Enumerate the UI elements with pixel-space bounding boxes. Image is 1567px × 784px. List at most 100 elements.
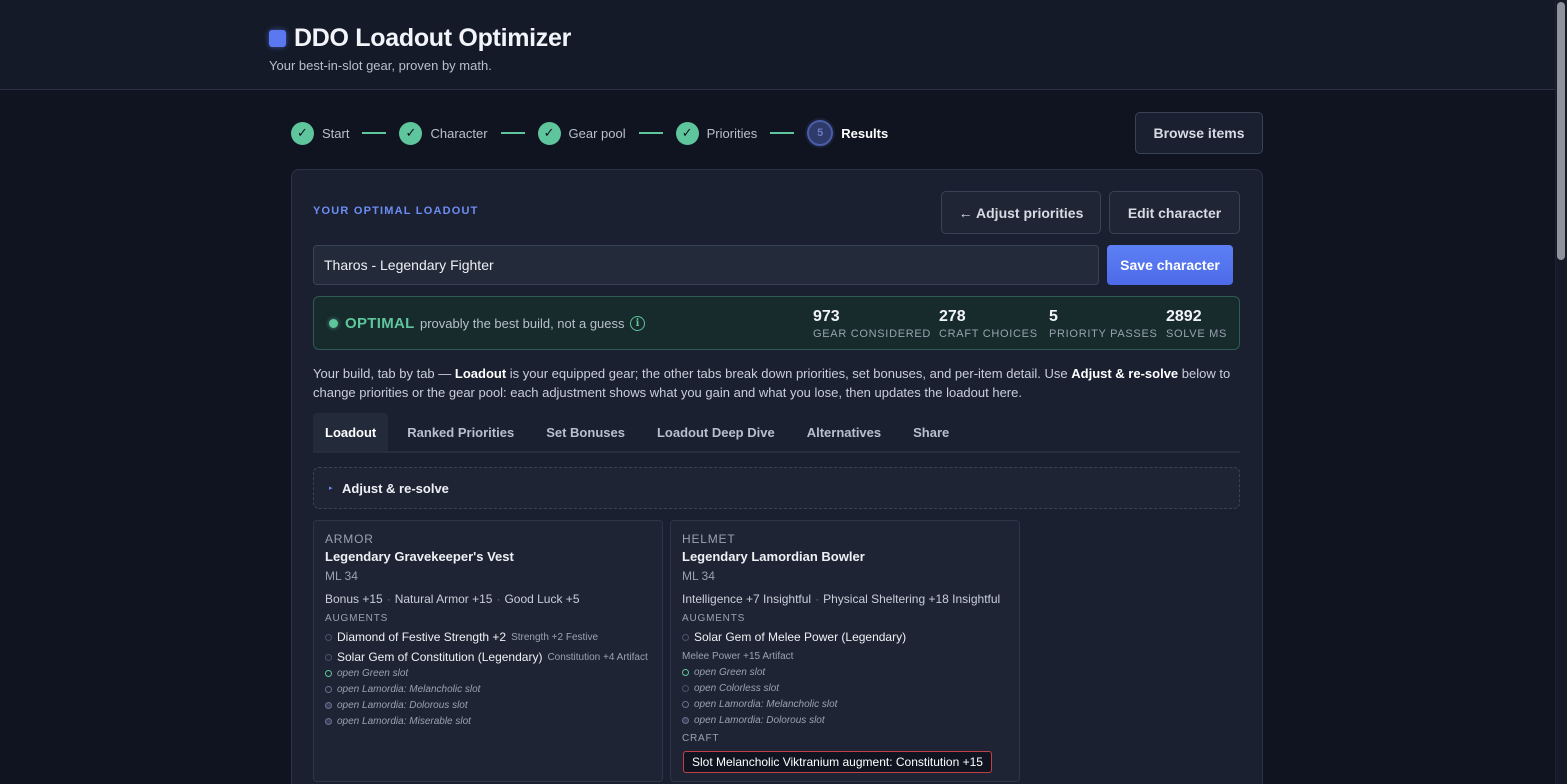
tab-alternatives[interactable]: Alternatives	[791, 413, 897, 451]
open-slot-label: open Green slot	[694, 667, 766, 678]
open-slot-label: open Green slot	[337, 668, 409, 679]
step-results[interactable]: 5 Results	[807, 120, 888, 146]
green-slot-icon	[682, 669, 689, 676]
step-label: Character	[430, 125, 488, 141]
logo-icon	[269, 30, 286, 47]
results-tabs: Loadout Ranked Priorities Set Bonuses Lo…	[313, 413, 1240, 453]
open-slot-row: open Green slot	[325, 668, 408, 679]
item-name: Legendary Gravekeeper's Vest	[325, 549, 514, 564]
open-slot-row: open Lamordia: Melancholic slot	[325, 684, 480, 695]
adjust-priorities-button[interactable]: ← Adjust priorities	[941, 191, 1101, 234]
open-slot-label: open Lamordia: Miserable slot	[337, 716, 471, 727]
description-text: Your build, tab by tab —	[313, 366, 455, 381]
open-slot-label: open Lamordia: Melancholic slot	[337, 684, 481, 695]
melancholic-slot-icon	[325, 686, 332, 693]
description-bold: Adjust & re-solve	[1071, 366, 1179, 381]
page-scrollbar[interactable]	[1555, 0, 1567, 784]
augment-row: Solar Gem of Melee Power (Legendary)	[682, 630, 906, 644]
stat-value: 278	[939, 308, 966, 325]
save-character-button[interactable]: Save character	[1107, 245, 1233, 285]
item-stat: Bonus +15	[325, 592, 383, 606]
stat-solve-ms: 2892 SOLVE MS	[1166, 308, 1227, 341]
check-icon: ✓	[537, 121, 561, 145]
stat-value: 5	[1049, 308, 1058, 325]
craft-badge[interactable]: Slot Melancholic Viktranium augment: Con…	[683, 751, 992, 773]
step-label: Priorities	[706, 125, 758, 141]
colorless-slot-icon	[682, 685, 689, 692]
stat-craft-choices: 278 CRAFT CHOICES	[939, 308, 1038, 341]
step-connector	[770, 132, 795, 134]
status-description: provably the best build, not a guess	[420, 316, 625, 331]
info-icon[interactable]: i	[630, 316, 645, 331]
adjust-resolve-toggle[interactable]: ▸ Adjust & re-solve	[313, 467, 1240, 509]
step-connector	[362, 132, 387, 134]
item-stat: Natural Armor +15	[394, 592, 493, 606]
dolorous-slot-icon	[682, 717, 689, 724]
stat-value: 973	[813, 308, 840, 325]
open-slot-row: open Lamordia: Melancholic slot	[682, 699, 837, 710]
stat-label: CRAFT CHOICES	[939, 328, 1038, 340]
step-label: Start	[322, 125, 350, 141]
augments-heading: AUGMENTS	[682, 613, 746, 624]
step-start[interactable]: ✓ Start	[291, 121, 350, 145]
melancholic-slot-icon	[682, 701, 689, 708]
augments-heading: AUGMENTS	[325, 613, 389, 624]
open-slot-row: open Lamordia: Miserable slot	[325, 716, 471, 727]
item-stat: Good Luck +5	[504, 592, 580, 606]
character-name-input[interactable]	[313, 245, 1099, 285]
description-bold: Loadout	[454, 366, 507, 381]
separator: ·	[815, 592, 820, 606]
open-slot-label: open Lamordia: Dolorous slot	[694, 715, 825, 726]
app-title: DDO Loadout Optimizer	[294, 24, 572, 52]
augment-effect: Melee Power +15 Artifact	[682, 651, 794, 662]
adjust-resolve-label: Adjust & re-solve	[342, 481, 449, 496]
app-tagline: Your best-in-slot gear, proven by math.	[269, 58, 492, 73]
wizard-stepper: ✓ Start ✓ Character ✓ Gear pool ✓ Priori…	[291, 120, 888, 146]
stat-value: 2892	[1166, 308, 1202, 325]
stat-priority-passes: 5 PRIORITY PASSES	[1049, 308, 1158, 341]
open-slot-label: open Lamordia: Dolorous slot	[337, 700, 468, 711]
edit-character-button[interactable]: Edit character	[1109, 191, 1240, 234]
description-text: is your equipped gear; the other tabs br…	[506, 366, 1072, 381]
augment-row: Solar Gem of Constitution (Legendary) Co…	[325, 650, 648, 664]
augment-row: Diamond of Festive Strength +2 Strength …	[325, 630, 598, 644]
tab-loadout-deep-dive[interactable]: Loadout Deep Dive	[641, 413, 791, 451]
augment-name: Diamond of Festive Strength +2	[337, 630, 507, 644]
status-badge: OPTIMAL	[345, 315, 415, 332]
check-icon: ✓	[291, 121, 314, 145]
item-stats: Intelligence +7 Insightful · Physical Shel…	[682, 592, 1000, 606]
item-stat: Intelligence +7 Insightful	[682, 592, 812, 606]
step-connector	[638, 132, 663, 134]
open-slot-label: open Lamordia: Melancholic slot	[694, 699, 838, 710]
section-label: YOUR OPTIMAL LOADOUT	[313, 205, 479, 217]
item-card-armor[interactable]: ARMOR Legendary Gravekeeper's Vest ML 34…	[313, 520, 663, 782]
step-connector	[500, 132, 525, 134]
app-header: DDO Loadout Optimizer Your best-in-slot …	[0, 0, 1567, 90]
tab-loadout[interactable]: Loadout	[313, 413, 389, 451]
slot-name: HELMET	[682, 532, 736, 546]
tab-set-bonuses[interactable]: Set Bonuses	[530, 413, 641, 451]
step-gear-pool[interactable]: ✓ Gear pool	[537, 121, 626, 145]
item-min-level: ML 34	[682, 569, 715, 583]
stat-label: SOLVE MS	[1166, 328, 1228, 340]
item-card-helmet[interactable]: HELMET Legendary Lamordian Bowler ML 34 …	[670, 520, 1020, 782]
augment-name: Solar Gem of Constitution (Legendary)	[337, 650, 543, 664]
scrollbar-thumb[interactable]	[1557, 2, 1565, 260]
craft-heading: CRAFT	[682, 733, 720, 744]
check-icon: ✓	[675, 121, 699, 145]
open-slot-label: open Colorless slot	[694, 683, 780, 694]
augment-slot-icon	[325, 633, 332, 641]
tab-share[interactable]: Share	[897, 413, 965, 451]
browse-items-button[interactable]: Browse items	[1135, 112, 1263, 154]
open-slot-row: open Lamordia: Dolorous slot	[325, 700, 468, 711]
step-character[interactable]: ✓ Character	[399, 121, 488, 145]
tab-ranked-priorities[interactable]: Ranked Priorities	[388, 413, 530, 451]
solve-status: OPTIMAL provably the best build, not a g…	[313, 296, 1240, 350]
augment-name: Solar Gem of Melee Power (Legendary)	[694, 630, 907, 644]
stat-label: GEAR CONSIDERED	[813, 328, 932, 340]
caret-right-icon: ▸	[329, 485, 333, 492]
stat-label: PRIORITY PASSES	[1049, 328, 1158, 340]
step-priorities[interactable]: ✓ Priorities	[675, 121, 758, 145]
stat-gear-considered: 973 GEAR CONSIDERED	[813, 308, 931, 341]
check-icon: ✓	[399, 121, 423, 145]
